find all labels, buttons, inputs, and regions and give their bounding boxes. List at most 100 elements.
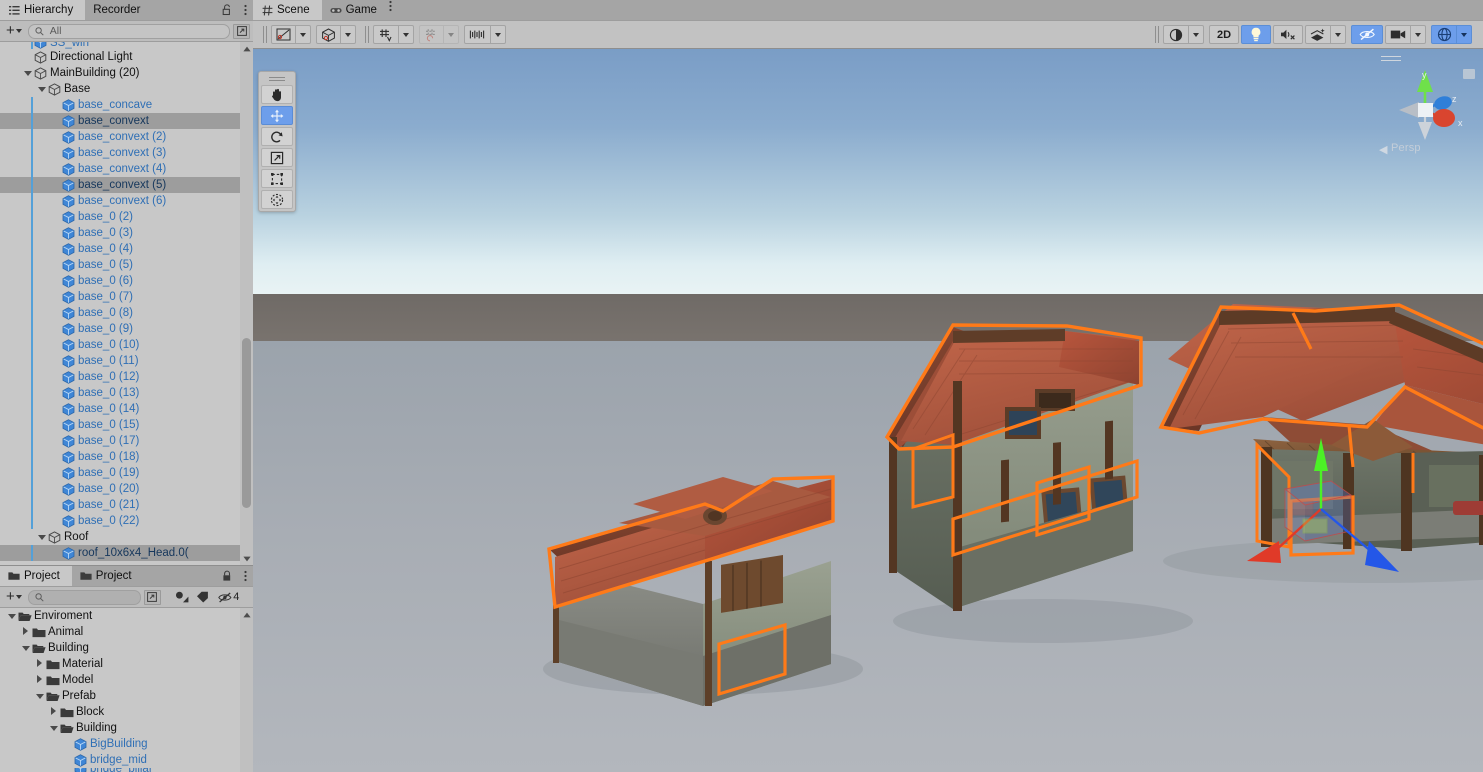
project-sort-window-icon[interactable] (143, 589, 161, 605)
toggle-scene-visibility-button[interactable] (1351, 25, 1383, 44)
toggle-effects-chevron-down-icon[interactable] (1331, 25, 1346, 44)
grid-visibility-toggle[interactable] (373, 25, 399, 44)
draw-mode-chevron-down-icon[interactable] (296, 25, 311, 44)
hierarchy-row[interactable]: SS_win› (0, 42, 253, 49)
hierarchy-row[interactable]: base_0 (4)› (0, 241, 253, 257)
tab-hierarchy[interactable]: Hierarchy (0, 0, 86, 20)
toggle-lighting-button[interactable] (1241, 25, 1271, 44)
toggle-audio-button[interactable] (1273, 25, 1303, 44)
project-row[interactable]: Building (0, 720, 253, 736)
projection-mode-label[interactable]: Persp (1391, 142, 1421, 154)
hierarchy-row[interactable]: base_convext (6)› (0, 193, 253, 209)
render-mode-chevron-down-icon[interactable] (341, 25, 356, 44)
scene-visibility-hidden-count[interactable]: 4 (215, 590, 243, 604)
filter-by-label-icon[interactable] (194, 590, 212, 604)
hierarchy-kebab-menu-icon[interactable] (237, 0, 253, 20)
scale-tool-button[interactable] (261, 148, 293, 167)
toggle-effects-button[interactable] (1305, 25, 1331, 44)
project-row[interactable]: Material (0, 656, 253, 672)
hierarchy-row[interactable]: base_0 (13)› (0, 385, 253, 401)
hierarchy-row[interactable]: base_0 (18)› (0, 449, 253, 465)
hierarchy-row[interactable]: Base (0, 81, 253, 97)
hierarchy-row[interactable]: base_0 (22)› (0, 513, 253, 529)
project-row[interactable]: Prefab (0, 688, 253, 704)
project-vertical-scrollbar[interactable] (240, 608, 253, 772)
hierarchy-row[interactable]: base_0 (6)› (0, 273, 253, 289)
project-row[interactable]: bridge_pillar (0, 768, 253, 772)
transform-tool-button[interactable] (261, 190, 293, 209)
tab-recorder[interactable]: Recorder (85, 0, 153, 20)
project-row[interactable]: bridge_mid (0, 752, 253, 768)
tab-game[interactable]: Game (321, 0, 389, 20)
hierarchy-create-button[interactable]: + (3, 23, 25, 40)
hierarchy-lock-icon[interactable] (217, 0, 237, 20)
draw-mode-dropdown[interactable] (271, 25, 296, 44)
hierarchy-scroll-thumb[interactable] (242, 338, 251, 508)
project-row[interactable]: BigBuilding (0, 736, 253, 752)
toolbar-grip-mid[interactable] (365, 26, 369, 43)
project-kebab-menu-icon[interactable] (237, 566, 253, 586)
increment-snap-chevron-down-icon[interactable] (491, 25, 506, 44)
hierarchy-row[interactable]: base_convext (5)› (0, 177, 253, 193)
grid-snapping-toggle[interactable] (419, 25, 444, 44)
project-row[interactable]: Building (0, 640, 253, 656)
hierarchy-row[interactable]: base_0 (15)› (0, 417, 253, 433)
hierarchy-row[interactable]: base_concave› (0, 97, 253, 113)
grid-visibility-chevron-down-icon[interactable] (399, 25, 414, 44)
project-search-input[interactable] (27, 589, 141, 605)
scene-viewport[interactable]: z x y ◀ Persp (253, 49, 1483, 772)
hierarchy-row[interactable]: base_convext (2)› (0, 129, 253, 145)
rect-tool-button[interactable] (261, 169, 293, 188)
hierarchy-row[interactable]: base_0 (9)› (0, 321, 253, 337)
scene-shading-chevron-down-icon[interactable] (1189, 25, 1204, 44)
hierarchy-sort-window-icon[interactable] (233, 23, 250, 39)
hierarchy-row[interactable]: base_0 (21)› (0, 497, 253, 513)
tools-drag-handle[interactable] (261, 74, 293, 83)
hierarchy-row[interactable]: base_0 (3)› (0, 225, 253, 241)
toolbar-grip-left[interactable] (263, 26, 267, 43)
render-mode-dropdown[interactable] (316, 25, 341, 44)
hierarchy-row[interactable]: roof_10x6x4_Head.0(› (0, 545, 253, 561)
hierarchy-row[interactable]: base_0 (8)› (0, 305, 253, 321)
tab-scene[interactable]: Scene (253, 0, 322, 20)
scroll-down-arrow-icon[interactable] (240, 552, 253, 565)
hierarchy-row[interactable]: base_convext (4)› (0, 161, 253, 177)
filter-by-type-icon[interactable] (173, 590, 191, 604)
project-row[interactable]: Model (0, 672, 253, 688)
hierarchy-row[interactable]: base_0 (11)› (0, 353, 253, 369)
hierarchy-row[interactable]: MainBuilding (20) (0, 65, 253, 81)
hierarchy-row[interactable]: base_0 (10)› (0, 337, 253, 353)
gizmos-chevron-down-icon[interactable] (1457, 25, 1472, 44)
hierarchy-row[interactable]: base_0 (5)› (0, 257, 253, 273)
scene-camera-button[interactable] (1385, 25, 1411, 44)
tab-project-1[interactable]: Project (0, 566, 72, 586)
hierarchy-row[interactable]: base_convext› (0, 113, 253, 129)
toolbar-grip-right[interactable] (1155, 26, 1159, 43)
hierarchy-row[interactable]: base_0 (17)› (0, 433, 253, 449)
hierarchy-row[interactable]: Roof (0, 529, 253, 545)
grid-snapping-chevron-down-icon[interactable] (444, 25, 459, 44)
hierarchy-row[interactable]: Directional Light (0, 49, 253, 65)
hierarchy-vertical-scrollbar[interactable] (240, 42, 253, 565)
move-tool-button[interactable] (261, 106, 293, 125)
hierarchy-row[interactable]: base_0 (19)› (0, 465, 253, 481)
project-create-button[interactable]: + (3, 589, 25, 606)
hierarchy-search-input[interactable]: All (27, 23, 230, 39)
scene-camera-chevron-down-icon[interactable] (1411, 25, 1426, 44)
hierarchy-row[interactable]: base_0 (20)› (0, 481, 253, 497)
scene-shading-dropdown[interactable] (1163, 25, 1189, 44)
hierarchy-row[interactable]: base_0 (14)› (0, 401, 253, 417)
project-lock-icon[interactable] (217, 566, 237, 586)
toggle-2d-button[interactable]: 2D (1209, 25, 1239, 44)
scroll-up-arrow-icon[interactable] (240, 42, 253, 55)
hierarchy-row[interactable]: base_convext (3)› (0, 145, 253, 161)
scene-view-gizmo[interactable]: z x y ◀ Persp (1373, 54, 1477, 164)
hierarchy-row[interactable]: base_0 (2)› (0, 209, 253, 225)
project-row[interactable]: Animal (0, 624, 253, 640)
gizmos-toggle-button[interactable] (1431, 25, 1457, 44)
project-tree[interactable]: Enviroment Animal Building Material Model Pre… (0, 608, 253, 772)
project-row[interactable]: Enviroment (0, 608, 253, 624)
tab-project-2[interactable]: Project (71, 566, 144, 586)
scene-kebab-menu-icon[interactable] (389, 0, 392, 20)
hierarchy-row[interactable]: base_0 (12)› (0, 369, 253, 385)
